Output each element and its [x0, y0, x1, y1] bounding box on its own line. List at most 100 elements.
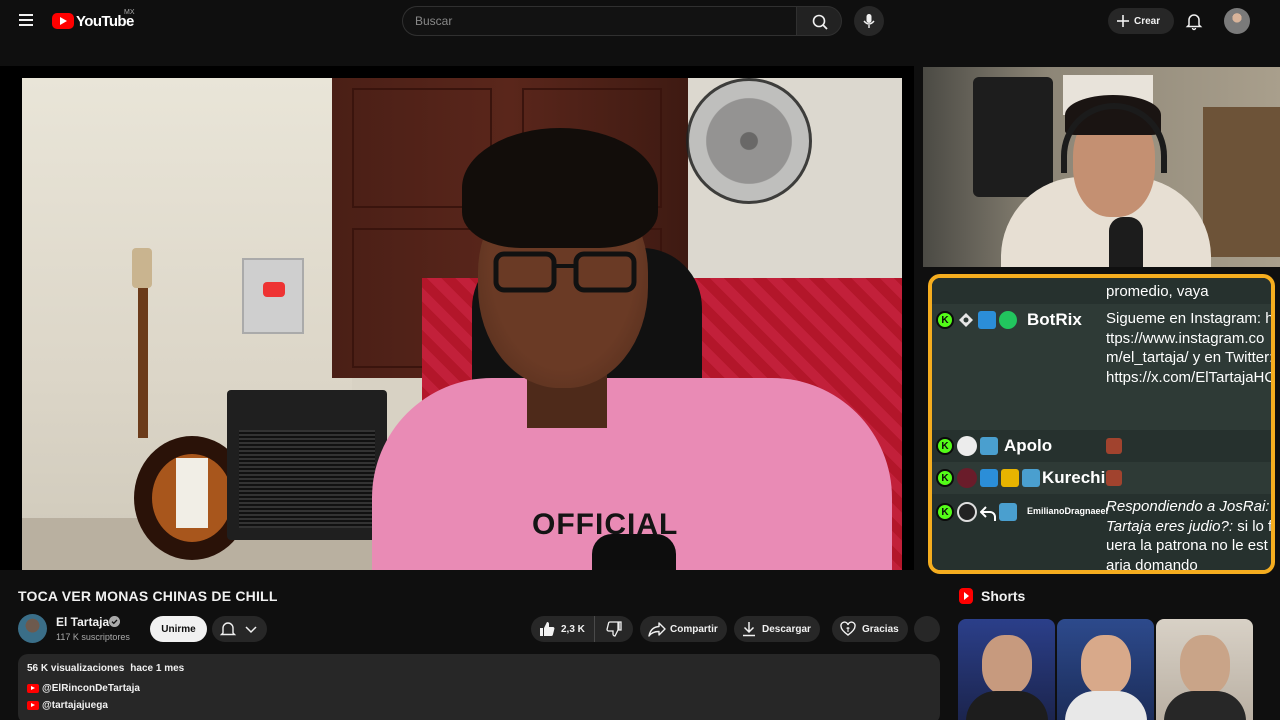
subscriber-badge-icon — [1022, 469, 1040, 487]
thanks-label: Gracias — [862, 623, 899, 635]
join-button[interactable]: Unirme — [150, 616, 207, 642]
webcam-microphone — [1109, 217, 1143, 267]
chat-message-text: Sigueme en Instagram: https://www.instag… — [1106, 310, 1275, 386]
subscriber-count: 117 K suscriptores — [56, 632, 130, 642]
chat-message-text: Respondiendo a JosRai: Tartaja eres judi… — [1106, 497, 1271, 570]
chat-message-emote — [1106, 436, 1271, 456]
like-button[interactable]: 2,3 K — [531, 616, 595, 642]
bell-icon — [1185, 14, 1203, 31]
masthead: YouTube MX Crear — [0, 0, 1280, 42]
video-scene-fan — [686, 78, 812, 204]
kick-badge-icon: K — [936, 469, 954, 487]
description-link-text: @tartajajuega — [42, 700, 108, 711]
video-scene-microphone — [592, 534, 676, 570]
search-input[interactable] — [403, 7, 796, 35]
menu-icon[interactable] — [17, 11, 37, 31]
video-scene-amplifier — [227, 390, 387, 540]
reply-arrow-icon — [980, 506, 996, 521]
verified-check-icon — [999, 311, 1017, 329]
chat-badges: K — [936, 436, 998, 456]
user-avatar-icon — [957, 502, 977, 522]
moderator-sword-icon — [980, 469, 998, 487]
streamer-webcam[interactable] — [923, 67, 1280, 267]
subscription-notifications-button[interactable] — [212, 616, 267, 642]
plus-icon — [1117, 15, 1129, 27]
short-thumbnail-face — [1180, 635, 1230, 695]
crown-badge-icon — [1001, 469, 1019, 487]
thanks-button[interactable]: Gracias — [832, 616, 908, 642]
chat-message: K BotRix Sigueme en Instagram: https://w… — [932, 304, 1271, 430]
webcam-poster — [973, 77, 1053, 197]
search-button[interactable] — [796, 6, 842, 36]
short-thumbnail[interactable] — [958, 619, 1055, 720]
channel-avatar[interactable] — [18, 614, 47, 643]
youtube-mini-icon — [27, 701, 39, 710]
short-thumbnail-face — [1081, 635, 1131, 695]
kick-badge-icon: K — [936, 311, 954, 329]
create-label: Crear — [1134, 15, 1161, 27]
thanks-icon — [840, 621, 856, 636]
chat-message-text: promedio, vaya — [1106, 283, 1209, 300]
chat-username: EmilianoDragnaeel — [1027, 506, 1109, 516]
create-button[interactable]: Crear — [1108, 8, 1174, 34]
chat-badges: K — [936, 502, 1017, 522]
short-thumbnail[interactable] — [1156, 619, 1253, 720]
kick-badge-icon: K — [936, 503, 954, 521]
video-frame[interactable]: OFFICIAL — [22, 78, 902, 570]
description-link[interactable]: @tartajajuega — [27, 700, 108, 711]
account-avatar[interactable] — [1224, 8, 1250, 34]
view-count: 56 K visualizaciones — [27, 663, 125, 674]
chat-username: BotRix — [1027, 310, 1082, 329]
chat-message: K Kurechi — [932, 462, 1271, 494]
video-scene-glasses — [493, 251, 637, 293]
search-icon — [812, 14, 828, 30]
mic-icon — [863, 14, 875, 28]
video-title: TOCA VER MONAS CHINAS DE CHILL — [18, 588, 278, 604]
moderator-sword-icon — [978, 311, 996, 329]
more-actions-button[interactable] — [914, 616, 940, 642]
search-box — [402, 6, 796, 36]
youtube-play-icon — [52, 13, 74, 29]
dislike-button[interactable] — [595, 616, 633, 642]
subscriber-badge-icon — [980, 437, 998, 455]
upload-date: hace 1 mes — [130, 663, 185, 674]
emote-icon — [1106, 438, 1122, 455]
video-scene-hair — [462, 128, 658, 248]
like-count: 2,3 K — [561, 623, 585, 635]
chat-badges: K — [936, 311, 1017, 329]
dislike-icon — [606, 621, 622, 637]
short-thumbnail-face — [982, 635, 1032, 695]
webcam-shelf — [1203, 107, 1280, 257]
chat-message: K Apolo — [932, 430, 1271, 462]
youtube-logo[interactable]: YouTube — [52, 11, 134, 31]
channel-name[interactable]: El Tartaja — [56, 615, 109, 629]
download-icon — [743, 622, 755, 637]
short-thumbnail[interactable] — [1057, 619, 1154, 720]
bot-badge-icon — [957, 311, 975, 329]
description-box[interactable]: 56 K visualizaciones hace 1 mes @ElRincon… — [18, 654, 940, 720]
download-label: Descargar — [762, 623, 811, 635]
emote-icon — [1106, 470, 1122, 487]
description-meta: 56 K visualizaciones hace 1 mes — [27, 663, 184, 674]
chat-message: K EmilianoDragnaeel Respondiendo a JosRa… — [932, 494, 1271, 570]
chat-badges: K — [936, 468, 1040, 488]
shorts-heading: Shorts — [981, 588, 1026, 604]
notifications-button[interactable] — [1183, 10, 1205, 32]
description-link[interactable]: @ElRinconDeTartaja — [27, 683, 140, 694]
bell-icon — [219, 622, 257, 636]
share-button[interactable]: Compartir — [640, 616, 727, 642]
voice-search-button[interactable] — [854, 6, 884, 36]
country-code: MX — [124, 9, 135, 16]
like-dislike-group: 2,3 K — [531, 616, 633, 642]
chat-username: Kurechi — [1042, 468, 1106, 487]
share-label: Compartir — [670, 623, 718, 635]
download-button[interactable]: Descargar — [734, 616, 820, 642]
verified-icon — [109, 616, 120, 627]
share-icon — [648, 622, 666, 637]
description-link-text: @ElRinconDeTartaja — [42, 683, 140, 694]
chat-overlay: promedio, vaya K BotRix Sigueme en Insta… — [928, 274, 1275, 574]
kick-badge-icon: K — [936, 437, 954, 455]
like-icon — [540, 622, 555, 636]
subscriber-badge-icon — [999, 503, 1017, 521]
chat-message-emote — [1106, 468, 1271, 488]
